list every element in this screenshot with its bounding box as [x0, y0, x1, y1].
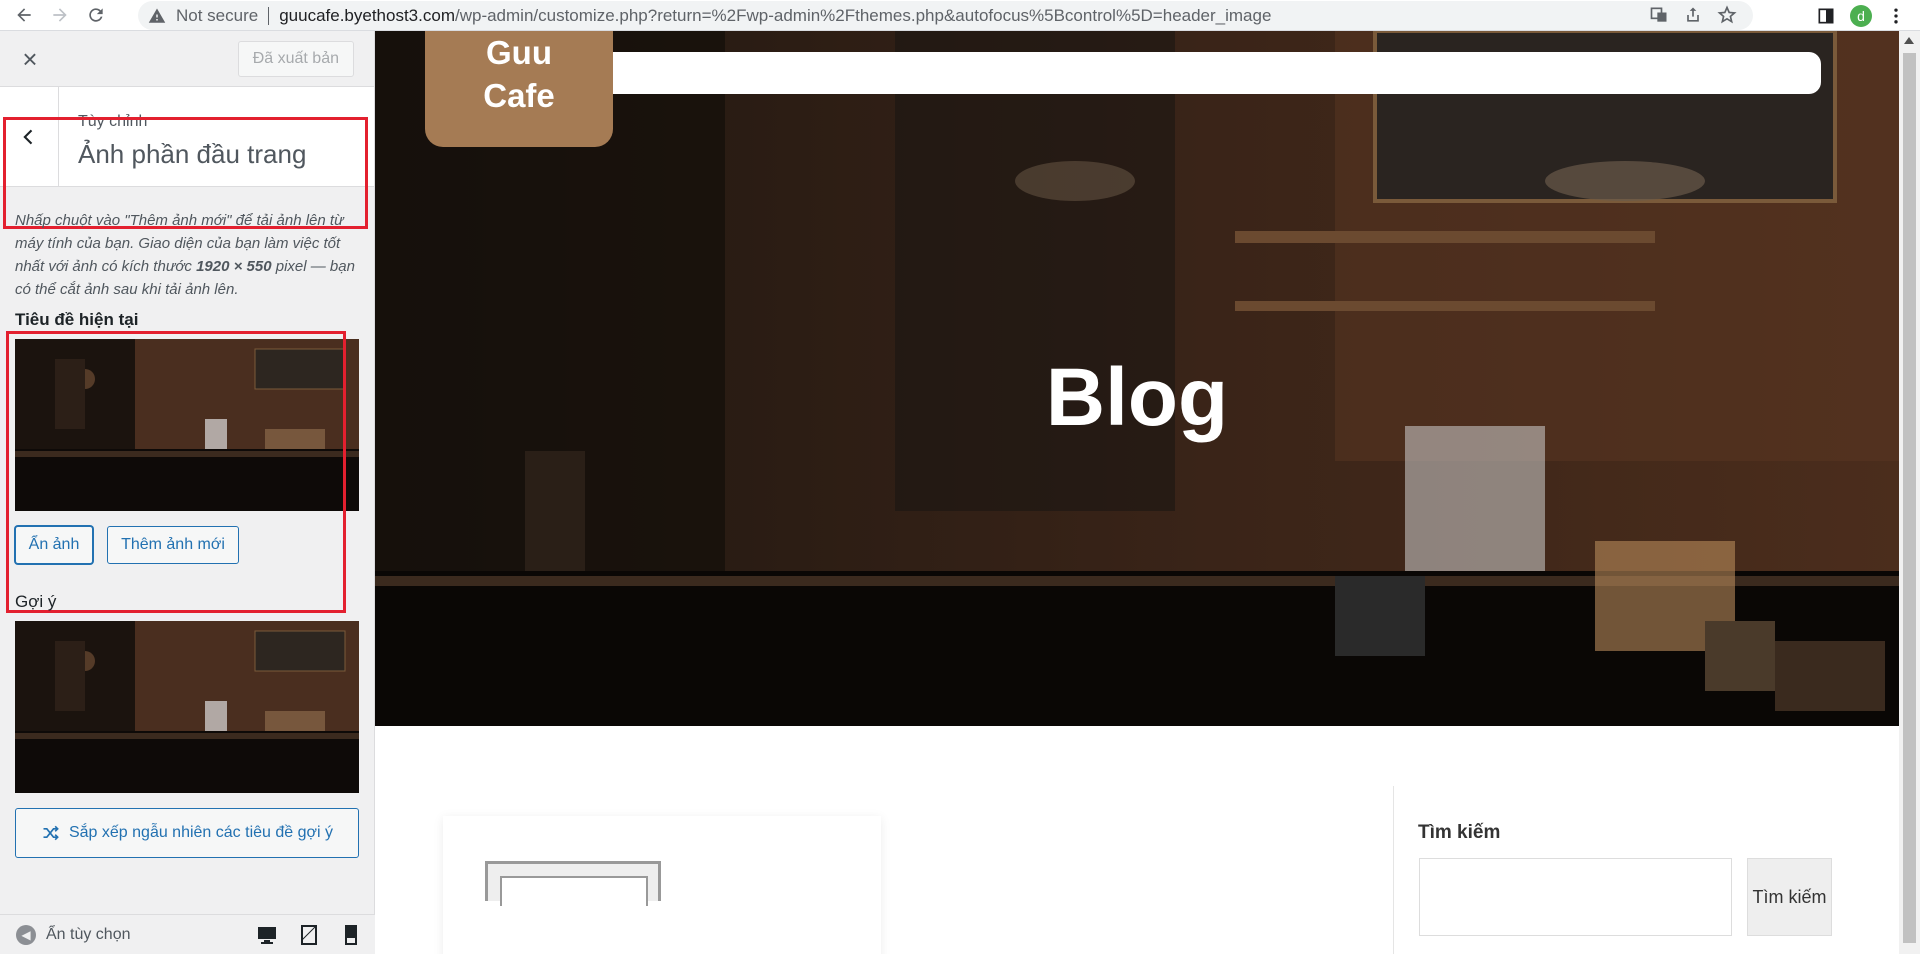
separator [268, 6, 270, 25]
sidebar-divider [1393, 786, 1394, 954]
logo-line-2: Cafe [483, 77, 555, 114]
shuffle-suggestions-button[interactable]: Sắp xếp ngẫu nhiên các tiêu đề gợi ý [15, 808, 359, 858]
url-path: /wp-admin/customize.php?return=%2Fwp-adm… [454, 5, 1272, 25]
search-widget-title: Tìm kiếm [1418, 822, 1501, 843]
mobile-preview-icon[interactable] [339, 923, 363, 947]
suggested-header-thumbnail[interactable] [15, 621, 359, 793]
suggestions-heading: Gợi ý [15, 592, 57, 611]
shuffle-label: Sắp xếp ngẫu nhiên các tiêu đề gợi ý [68, 824, 333, 841]
address-bar[interactable]: Not secure guucafe.byethost3.com/wp-admi… [138, 1, 1753, 30]
hide-controls-label: Ẩn tùy chọn [46, 925, 131, 943]
hide-controls-button[interactable]: ◀ Ẩn tùy chọn [16, 924, 131, 945]
warning-icon [148, 8, 166, 23]
browser-toolbar: Not secure guucafe.byethost3.com/wp-admi… [0, 0, 1920, 31]
side-panel-icon[interactable] [1816, 6, 1836, 26]
profile-avatar[interactable]: d [1850, 4, 1872, 27]
bookmark-star-icon[interactable] [1717, 5, 1737, 25]
header-image-description: Nhấp chuột vào "Thêm ảnh mới" để tải ảnh… [15, 209, 355, 301]
reload-icon[interactable] [84, 3, 108, 27]
page-title: Blog [1045, 352, 1229, 443]
description-size: 1920 × 550 [196, 258, 272, 275]
search-button[interactable]: Tìm kiếm [1747, 858, 1832, 936]
current-header-heading: Tiêu đề hiện tại [15, 310, 139, 329]
scroll-up-icon[interactable] [1904, 37, 1914, 44]
translate-icon[interactable] [1649, 5, 1669, 25]
preview-scrollbar[interactable] [1899, 31, 1920, 954]
tablet-preview-icon[interactable] [297, 923, 321, 947]
shuffle-icon [43, 825, 59, 841]
customizer-sidebar: × Đã xuất bản Tùy chỉnh Ảnh phần đầu tra… [0, 31, 375, 954]
sidebar-footer: ◀ Ẩn tùy chọn [0, 914, 375, 954]
sidebar-header: × Đã xuất bản [0, 31, 374, 87]
scroll-thumb[interactable] [1903, 53, 1916, 943]
kebab-menu-icon[interactable] [1886, 6, 1906, 26]
close-customizer-button[interactable]: × [14, 43, 46, 75]
highlight-box [6, 331, 346, 613]
site-logo[interactable]: Guu Cafe [425, 31, 613, 147]
logo-line-1: Guu [486, 34, 552, 71]
desktop-preview-icon[interactable] [255, 923, 279, 947]
url-text: guucafe.byethost3.com/wp-admin/customize… [279, 6, 1271, 26]
post-placeholder-image [485, 861, 661, 906]
content-area: Tìm kiếm Tìm kiếm [375, 726, 1899, 954]
site-preview: Guu Cafe Blog Tìm kiếm Tìm kiếm [375, 31, 1899, 954]
published-button[interactable]: Đã xuất bản [237, 41, 354, 77]
share-icon[interactable] [1683, 5, 1703, 25]
url-host: guucafe.byethost3.com [279, 5, 455, 25]
security-label: Not secure [176, 5, 259, 25]
back-icon[interactable] [12, 3, 36, 27]
forward-icon[interactable] [48, 3, 72, 27]
collapse-icon: ◀ [16, 924, 36, 945]
placeholder-frame [500, 876, 648, 906]
search-input[interactable] [1419, 858, 1732, 936]
site-navigation-bar [607, 52, 1821, 94]
